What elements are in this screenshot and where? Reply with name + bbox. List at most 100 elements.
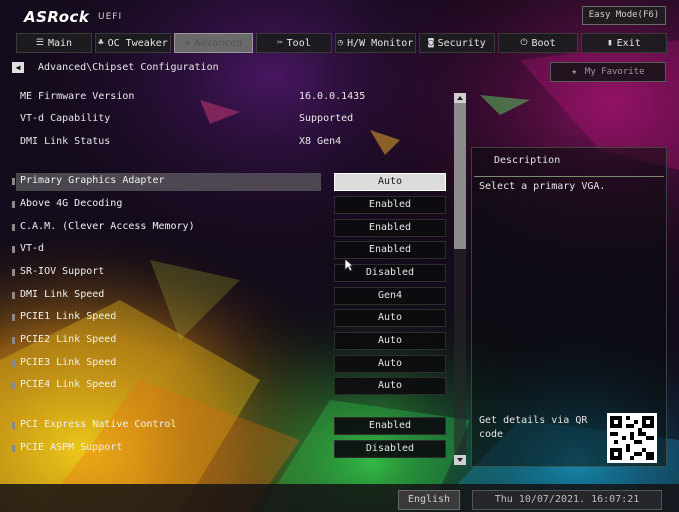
bullet-icon bbox=[12, 292, 15, 299]
star-icon: ★ bbox=[571, 67, 577, 77]
monitor-icon: ◷ bbox=[337, 38, 344, 48]
bullet-icon bbox=[12, 269, 15, 276]
description-divider bbox=[474, 176, 664, 177]
description-text: Select a primary VGA. bbox=[479, 181, 606, 192]
tab-label: Main bbox=[47, 37, 73, 49]
scrollbar-thumb[interactable] bbox=[454, 103, 466, 249]
setting-label: VT-d bbox=[20, 243, 45, 254]
setting-value-dropdown[interactable]: Auto bbox=[334, 355, 446, 373]
mouse-cursor-icon bbox=[344, 258, 354, 272]
setting-value-dropdown[interactable]: Auto bbox=[334, 173, 446, 191]
brand-suffix: UEFI bbox=[98, 12, 123, 22]
description-title: Description bbox=[494, 155, 561, 166]
setting-pci-express-native-control[interactable]: PCI Express Native Control Enabled bbox=[12, 417, 448, 435]
bullet-icon bbox=[12, 445, 15, 452]
setting-pcie2-link-speed[interactable]: PCIE2 Link Speed Auto bbox=[12, 332, 448, 350]
setting-label: DMI Link Speed bbox=[20, 289, 105, 300]
setting-pcie4-link-speed[interactable]: PCIE4 Link Speed Auto bbox=[12, 377, 448, 395]
tab-oc-tweaker[interactable]: ♣ OC Tweaker bbox=[95, 33, 171, 53]
setting-cam[interactable]: C.A.M. (Clever Access Memory) Enabled bbox=[12, 219, 448, 237]
menu-icon: ☰ bbox=[35, 38, 44, 48]
setting-label: PCIE ASPM Support bbox=[20, 442, 123, 453]
setting-label: PCIE1 Link Speed bbox=[20, 311, 117, 322]
exit-icon: ▮ bbox=[607, 38, 613, 48]
tab-security[interactable]: ◙ Security bbox=[419, 33, 495, 53]
setting-label: Above 4G Decoding bbox=[20, 198, 123, 209]
qr-code-icon bbox=[607, 413, 657, 463]
datetime-display: Thu 10/07/2021. 16:07:21 bbox=[472, 490, 662, 510]
tab-label: Boot bbox=[531, 37, 556, 49]
tab-label: H/W Monitor bbox=[347, 37, 414, 49]
setting-value-dropdown[interactable]: Disabled bbox=[334, 440, 446, 458]
bullet-icon bbox=[12, 178, 15, 185]
tab-label: Tool bbox=[286, 37, 311, 49]
setting-above-4g-decoding[interactable]: Above 4G Decoding Enabled bbox=[12, 196, 448, 214]
tab-exit[interactable]: ▮ Exit bbox=[581, 33, 667, 53]
tab-label: Security bbox=[437, 37, 486, 49]
setting-label: PCI Express Native Control bbox=[20, 419, 177, 430]
setting-pcie1-link-speed[interactable]: PCIE1 Link Speed Auto bbox=[12, 309, 448, 327]
setting-dmi-link-speed[interactable]: DMI Link Speed Gen4 bbox=[12, 287, 448, 305]
main-tabs: ☰ Main ♣ OC Tweaker ☆ Advanced ✂ Tool ◷ H/W M… bbox=[16, 33, 667, 53]
tab-label: Advanced bbox=[194, 37, 243, 49]
info-value: Supported bbox=[299, 113, 354, 124]
setting-value-dropdown[interactable]: Enabled bbox=[334, 241, 446, 259]
tab-hw-monitor[interactable]: ◷ H/W Monitor bbox=[335, 33, 416, 53]
star-icon: ☆ bbox=[184, 38, 191, 48]
tab-tool[interactable]: ✂ Tool bbox=[256, 33, 332, 53]
breadcrumb: Advanced\Chipset Configuration bbox=[38, 62, 219, 73]
bullet-icon bbox=[12, 337, 15, 344]
tab-boot[interactable]: ⏻ Boot bbox=[498, 33, 578, 53]
info-value: 16.0.0.1435 bbox=[299, 91, 366, 102]
my-favorite-button[interactable]: ★ My Favorite bbox=[550, 62, 666, 82]
setting-label: C.A.M. (Clever Access Memory) bbox=[20, 221, 195, 232]
bullet-icon bbox=[12, 382, 15, 389]
qr-details-text: Get details via QR code bbox=[479, 415, 588, 440]
setting-primary-graphics-adapter[interactable]: Primary Graphics Adapter Auto bbox=[12, 173, 448, 191]
tab-advanced[interactable]: ☆ Advanced bbox=[174, 33, 253, 53]
tab-label: Exit bbox=[616, 37, 641, 49]
setting-value-dropdown[interactable]: Auto bbox=[334, 309, 446, 327]
setting-pcie3-link-speed[interactable]: PCIE3 Link Speed Auto bbox=[12, 355, 448, 373]
setting-pcie-aspm-support[interactable]: PCIE ASPM Support Disabled bbox=[12, 440, 448, 458]
setting-label: PCIE4 Link Speed bbox=[20, 379, 117, 390]
bullet-icon bbox=[12, 224, 15, 231]
bullet-icon bbox=[12, 360, 15, 367]
setting-label: SR-IOV Support bbox=[20, 266, 105, 277]
setting-value-dropdown[interactable]: Enabled bbox=[334, 417, 446, 435]
power-icon: ⏻ bbox=[520, 38, 528, 48]
info-label: DMI Link Status bbox=[20, 136, 111, 147]
tab-main[interactable]: ☰ Main bbox=[16, 33, 92, 53]
setting-vt-d[interactable]: VT-d Enabled bbox=[12, 241, 448, 259]
setting-value-dropdown[interactable]: Auto bbox=[334, 332, 446, 350]
my-favorite-label: My Favorite bbox=[584, 67, 645, 77]
setting-label: PCIE2 Link Speed bbox=[20, 334, 117, 345]
rocket-icon: ♣ bbox=[98, 38, 104, 48]
setting-label: PCIE3 Link Speed bbox=[20, 357, 117, 368]
brand-logo: ASRock bbox=[24, 8, 90, 26]
info-row-me-firmware: ME Firmware Version 16.0.0.1435 bbox=[20, 91, 440, 105]
bullet-icon bbox=[12, 422, 15, 429]
info-row-dmi-link-status: DMI Link Status X8 Gen4 bbox=[20, 136, 440, 150]
language-button[interactable]: English bbox=[398, 490, 460, 510]
tools-icon: ✂ bbox=[277, 38, 283, 48]
tab-label: OC Tweaker bbox=[107, 37, 168, 49]
setting-value-dropdown[interactable]: Enabled bbox=[334, 219, 446, 237]
top-bar: ASRock UEFI Easy Mode(F6) bbox=[0, 0, 679, 30]
bullet-icon bbox=[12, 246, 15, 253]
shield-icon: ◙ bbox=[428, 38, 434, 48]
scroll-up-arrow-icon[interactable] bbox=[454, 93, 466, 103]
info-row-vtd-capability: VT-d Capability Supported bbox=[20, 113, 440, 127]
back-arrow-icon[interactable]: ◀ bbox=[12, 62, 24, 73]
setting-value-dropdown[interactable]: Gen4 bbox=[334, 287, 446, 305]
info-value: X8 Gen4 bbox=[299, 136, 342, 147]
scroll-down-arrow-icon[interactable] bbox=[454, 455, 466, 465]
setting-value-dropdown[interactable]: Enabled bbox=[334, 196, 446, 214]
info-label: ME Firmware Version bbox=[20, 91, 135, 102]
setting-value-dropdown[interactable]: Auto bbox=[334, 377, 446, 395]
info-label: VT-d Capability bbox=[20, 113, 111, 124]
easy-mode-button[interactable]: Easy Mode(F6) bbox=[582, 6, 666, 25]
setting-sr-iov-support[interactable]: SR-IOV Support Disabled bbox=[12, 264, 448, 282]
setting-label: Primary Graphics Adapter bbox=[20, 175, 165, 186]
bullet-icon bbox=[12, 314, 15, 321]
